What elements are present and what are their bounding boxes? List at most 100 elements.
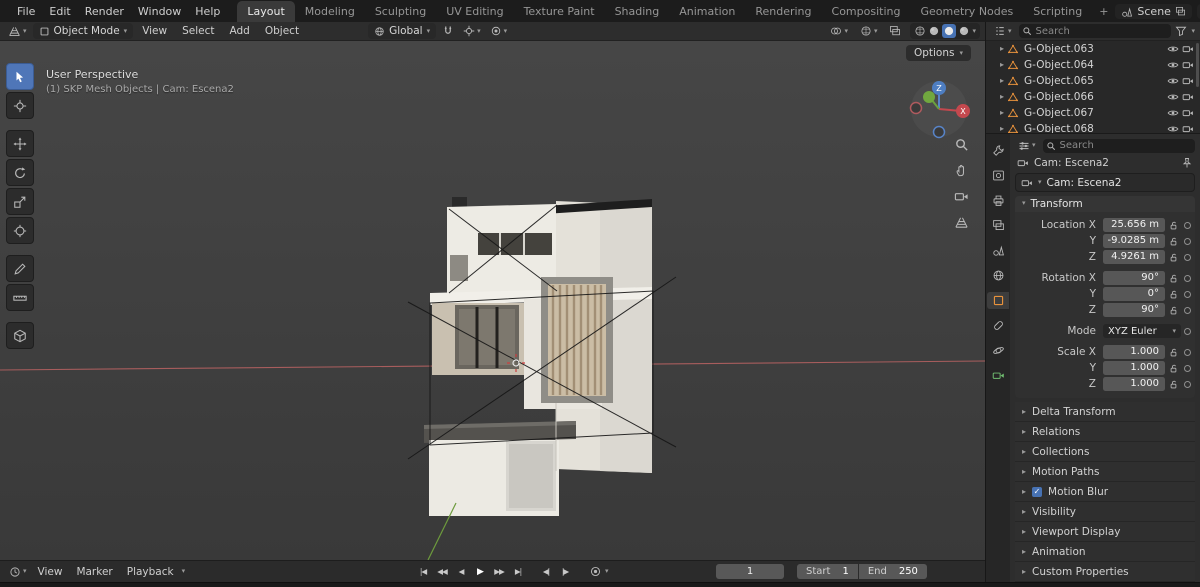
outliner-row-065[interactable]: ▸ G-Object.065 [986, 73, 1200, 89]
eye-icon[interactable] [1167, 107, 1179, 119]
lock-icon[interactable] [1165, 252, 1181, 263]
menu-render[interactable]: Render [78, 2, 131, 22]
tool-scale[interactable] [6, 188, 34, 215]
tab-uv-editing[interactable]: UV Editing [436, 1, 513, 22]
timeline-menu-view[interactable]: View [32, 564, 69, 580]
outliner-row-064[interactable]: ▸ G-Object.064 [986, 57, 1200, 73]
shading-material-active[interactable] [942, 24, 957, 38]
tab-sculpting[interactable]: Sculpting [365, 1, 436, 22]
properties-search-input[interactable] [1059, 140, 1195, 152]
timeline-menu-marker[interactable]: Marker [70, 564, 118, 580]
object-name[interactable]: G-Object.066 [1024, 91, 1094, 103]
outliner-search[interactable] [1018, 24, 1172, 38]
transform-panel-header[interactable]: ▾ Transform [1015, 195, 1195, 212]
timeline-editor-type-button[interactable]: ▾ [6, 565, 30, 579]
animate-dot[interactable] [1181, 254, 1193, 261]
tab-animation[interactable]: Animation [669, 1, 745, 22]
lock-icon[interactable] [1165, 305, 1181, 316]
outliner-editor-type-button[interactable]: ▾ [991, 24, 1015, 38]
tool-select[interactable] [6, 63, 34, 90]
frame-back-button[interactable]: ◀| [537, 564, 555, 580]
object-name[interactable]: G-Object.067 [1024, 107, 1094, 119]
animate-dot[interactable] [1181, 349, 1193, 356]
viewport-canvas[interactable] [0, 41, 985, 560]
outliner-search-input[interactable] [1035, 25, 1172, 37]
outliner-row-067[interactable]: ▸ G-Object.067 [986, 105, 1200, 121]
scale-y-field[interactable]: 1.000 [1103, 361, 1165, 375]
eye-icon[interactable] [1167, 59, 1179, 71]
frame-forward-button[interactable]: |▶ [556, 564, 574, 580]
animate-dot[interactable] [1181, 222, 1193, 229]
tool-measure[interactable] [6, 284, 34, 311]
pin-icon[interactable] [1181, 157, 1193, 169]
add-workspace-button[interactable]: + [1092, 1, 1115, 22]
new-scene-icon[interactable] [1175, 6, 1186, 17]
tab-scripting[interactable]: Scripting [1023, 1, 1092, 22]
tab-shading[interactable]: Shading [605, 1, 670, 22]
animate-dot[interactable] [1181, 291, 1193, 298]
tool-move[interactable] [6, 130, 34, 157]
outliner-row-063[interactable]: ▸ G-Object.063 [986, 41, 1200, 57]
tab-tool[interactable] [987, 142, 1009, 159]
menu-window[interactable]: Window [131, 2, 188, 22]
menu-file[interactable]: File [10, 2, 42, 22]
menu-select[interactable]: Select [176, 23, 220, 39]
section-collections[interactable]: ▸ Collections [1015, 442, 1195, 462]
camera-visibility-icon[interactable] [1182, 75, 1194, 87]
transform-orientation-dropdown[interactable]: Global ▾ [368, 23, 437, 39]
tab-compositing[interactable]: Compositing [822, 1, 911, 22]
timeline-menu-playback[interactable]: Playback [121, 564, 180, 580]
lock-icon[interactable] [1165, 236, 1181, 247]
object-name[interactable]: G-Object.065 [1024, 75, 1094, 87]
tool-add-cube[interactable] [6, 322, 34, 349]
location-x-field[interactable]: 25.656 m [1103, 218, 1165, 232]
animate-dot[interactable] [1181, 275, 1193, 282]
section-motion-paths[interactable]: ▸ Motion Paths [1015, 462, 1195, 482]
camera-visibility-icon[interactable] [1182, 107, 1194, 119]
eye-icon[interactable] [1167, 91, 1179, 103]
rotation-x-field[interactable]: 90° [1103, 271, 1165, 285]
menu-object[interactable]: Object [259, 23, 305, 39]
rotation-z-field[interactable]: 90° [1103, 303, 1165, 317]
tab-object[interactable] [987, 292, 1009, 309]
camera-visibility-icon[interactable] [1182, 43, 1194, 55]
tool-cursor[interactable] [6, 92, 34, 119]
object-name[interactable]: G-Object.068 [1024, 123, 1094, 133]
lock-icon[interactable] [1165, 363, 1181, 374]
scale-z-field[interactable]: 1.000 [1103, 377, 1165, 391]
eye-icon[interactable] [1167, 123, 1179, 133]
shading-solid-icon[interactable] [928, 25, 940, 37]
tab-object-data[interactable] [987, 367, 1009, 384]
section-motion-blur[interactable]: ▸ ✓ Motion Blur [1015, 482, 1195, 502]
animate-dot[interactable] [1181, 381, 1193, 388]
snap-settings-button[interactable]: ▾ [460, 24, 484, 38]
expand-icon[interactable]: ▸ [1000, 125, 1004, 133]
viewport-3d[interactable]: User Perspective (1) SKP Mesh Objects | … [0, 41, 985, 560]
tool-annotate[interactable] [6, 255, 34, 282]
animate-dot[interactable] [1181, 307, 1193, 314]
object-name[interactable]: G-Object.064 [1024, 59, 1094, 71]
editor-type-button[interactable]: ▾ [5, 24, 30, 39]
tab-view-layer[interactable] [987, 217, 1009, 234]
camera-visibility-icon[interactable] [1182, 123, 1194, 133]
object-id-field[interactable]: ▾ Cam: Escena2 [1015, 173, 1195, 192]
section-animation[interactable]: ▸ Animation [1015, 542, 1195, 562]
rotation-mode-dropdown[interactable]: XYZ Euler ▾ [1103, 324, 1181, 338]
object-name[interactable]: G-Object.063 [1024, 43, 1094, 55]
tab-constraints[interactable] [987, 317, 1009, 334]
section-visibility[interactable]: ▸ Visibility [1015, 502, 1195, 522]
rotation-y-field[interactable]: 0° [1103, 287, 1165, 301]
location-y-field[interactable]: -9.0285 m [1103, 234, 1165, 248]
tab-geometry-nodes[interactable]: Geometry Nodes [910, 1, 1023, 22]
play-button[interactable]: ▶ [471, 564, 489, 580]
mode-dropdown[interactable]: Object Mode ▾ [32, 23, 134, 39]
camera-view-icon[interactable] [954, 189, 969, 204]
camera-visibility-icon[interactable] [1182, 59, 1194, 71]
animate-dot[interactable] [1181, 328, 1193, 335]
tab-render[interactable] [987, 167, 1009, 184]
current-frame-field[interactable]: 1 [716, 564, 784, 579]
play-reverse-button[interactable]: ◀ [452, 564, 470, 580]
show-gizmo-button[interactable]: ▾ [827, 24, 851, 38]
pan-hand-icon[interactable] [954, 163, 969, 178]
location-z-field[interactable]: 4.9261 m [1103, 250, 1165, 264]
